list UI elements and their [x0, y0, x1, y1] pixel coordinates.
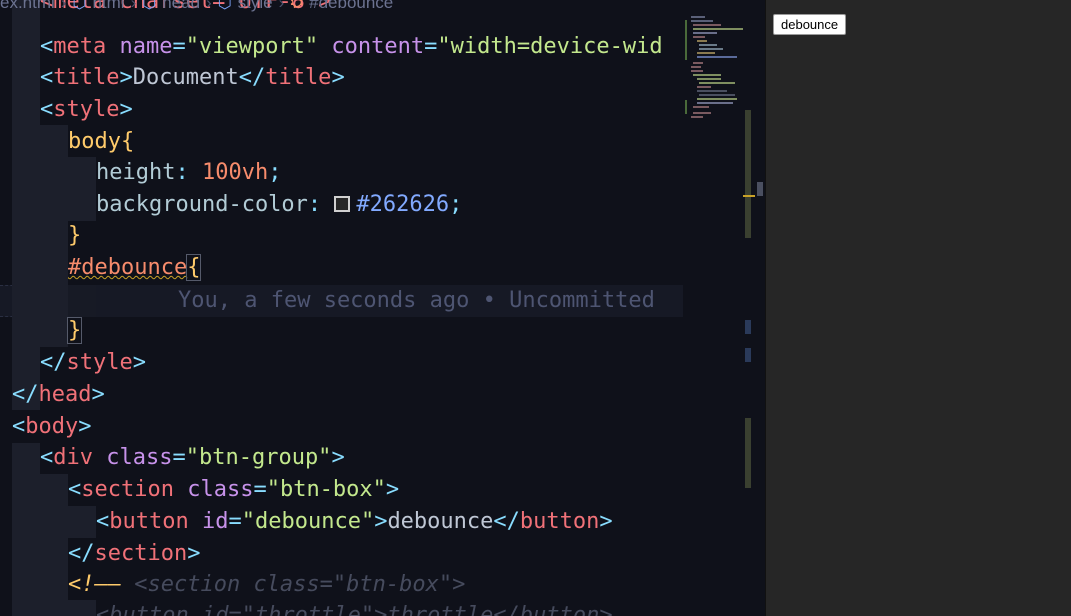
code-line-body-selector: body{ — [68, 129, 135, 154]
code-line-head-close: </head> — [12, 382, 105, 407]
debounce-button[interactable]: debounce — [773, 14, 847, 35]
breadcrumb-item-debounce[interactable]: #debounce — [309, 0, 393, 13]
code-line-meta-viewport: <meta name="viewport" content="width=dev… — [40, 34, 663, 59]
code-line-section-open: <section class="btn-box"> — [68, 477, 400, 502]
code-line-title: <title>Document</title> — [40, 65, 345, 90]
code-line-close-brace: } — [68, 223, 82, 248]
breadcrumb: ex.html › ⬡ html › ⬡ head › ⬡ style › ⛭ … — [0, 0, 393, 13]
code-line-div-open: <div class="btn-group"> — [40, 445, 345, 470]
code-line-style-close: </style> — [40, 350, 146, 375]
cube-icon: ⬡ — [217, 0, 232, 12]
symbol-icon: ⛭ — [290, 0, 304, 11]
color-swatch-icon[interactable] — [334, 196, 351, 212]
scrollbar-thumb[interactable] — [745, 110, 751, 238]
code-line-section-close: </section> — [68, 541, 201, 566]
cube-icon: ⬡ — [72, 0, 87, 12]
minimap[interactable] — [683, 0, 763, 616]
browser-preview: debounce — [766, 0, 1071, 616]
code-line-body-open: <body> — [12, 414, 92, 439]
code-line-throttle: <button id="throttle">throttle</button> — [96, 603, 613, 616]
cube-icon: ⬡ — [142, 0, 157, 12]
code-line-debounce-selector: #debounce{ — [68, 254, 202, 281]
breadcrumb-item-style[interactable]: style — [238, 0, 273, 13]
code-line-style-open: <style> — [40, 97, 133, 122]
code-line-bg-color: background-color: #262626; — [96, 192, 463, 217]
code-line-debounce-close: } — [66, 317, 83, 344]
code-line-height: height: 100vh; — [96, 160, 282, 185]
breadcrumb-item-head[interactable]: head — [162, 0, 200, 13]
code-line-button: <button id="debounce">debounce</button> — [96, 509, 613, 534]
breadcrumb-file[interactable]: ex.html — [0, 0, 55, 13]
code-line-comment: <!—— <section class="btn-box"> — [68, 572, 466, 597]
breadcrumb-item-html[interactable]: html — [92, 0, 124, 13]
git-blame-annotation: You, a few seconds ago • Uncommitted — [178, 288, 655, 313]
code-area[interactable]: <meta charset="UTF-8"> <meta name="viewp… — [0, 0, 683, 616]
code-editor[interactable]: <meta charset="UTF-8"> <meta name="viewp… — [0, 0, 765, 616]
